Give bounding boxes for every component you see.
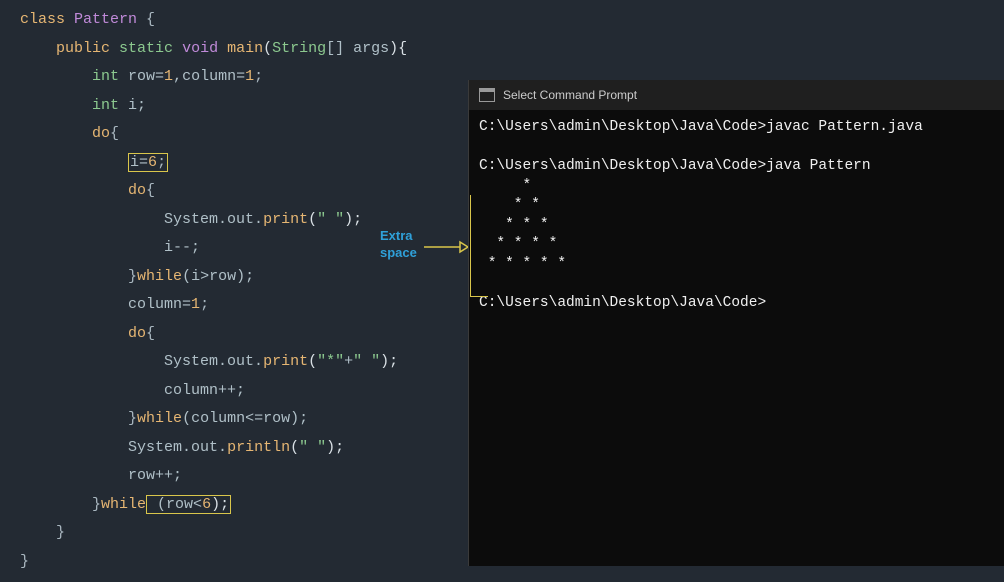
highlight-i6: i=6; xyxy=(128,153,168,172)
brace: { xyxy=(146,182,155,199)
brace: } xyxy=(92,496,101,513)
output-line: * xyxy=(479,178,531,194)
method-print: print xyxy=(263,353,308,370)
paren: ( xyxy=(308,353,317,370)
num: 1 xyxy=(164,68,173,85)
keyword-int: int xyxy=(92,97,119,114)
keyword-void: void xyxy=(182,40,218,57)
prompt-path: C:\Users\admin\Desktop\Java\Code> xyxy=(479,295,766,311)
command-java: java Pattern xyxy=(766,158,870,174)
brace: { xyxy=(110,125,119,142)
terminal-window: Select Command Prompt C:\Users\admin\Des… xyxy=(468,80,1004,566)
terminal-icon xyxy=(479,88,495,102)
brace: } xyxy=(20,553,29,570)
keyword-class: class xyxy=(20,11,65,28)
var-i: i; xyxy=(119,97,146,114)
system-out: System.out. xyxy=(164,353,263,370)
method-main: main xyxy=(227,40,263,57)
paren: ); xyxy=(344,211,362,228)
paren: ( xyxy=(308,211,317,228)
keyword-do: do xyxy=(128,325,146,342)
var-column: ,column= xyxy=(173,68,245,85)
string: "*" xyxy=(317,353,344,370)
highlight-row6: (row<6); xyxy=(146,495,231,514)
brace: } xyxy=(128,268,137,285)
type-string: String xyxy=(272,40,326,57)
plus: + xyxy=(344,353,353,370)
keyword-static: static xyxy=(119,40,173,57)
keyword-while: while xyxy=(137,268,182,285)
output-line: * * xyxy=(479,197,540,213)
assign: i= xyxy=(130,154,148,171)
method-print: print xyxy=(263,211,308,228)
keyword-public: public xyxy=(56,40,110,57)
annotation-extra-space: Extra space xyxy=(380,228,417,262)
decrement: i--; xyxy=(164,239,200,256)
num: 1 xyxy=(245,68,254,85)
brace: } xyxy=(56,524,65,541)
terminal-title-bar[interactable]: Select Command Prompt xyxy=(469,80,1004,110)
paren: ( xyxy=(290,439,299,456)
command-javac: javac Pattern.java xyxy=(766,119,923,135)
terminal-body[interactable]: C:\Users\admin\Desktop\Java\Code>javac P… xyxy=(469,110,1004,322)
prompt-path: C:\Users\admin\Desktop\Java\Code> xyxy=(479,119,766,135)
output-line: * * * xyxy=(479,217,549,233)
keyword-while: while xyxy=(101,496,146,513)
assign-column: column= xyxy=(128,296,191,313)
string: " " xyxy=(299,439,326,456)
class-name: Pattern xyxy=(74,11,137,28)
brace: { xyxy=(146,325,155,342)
num: 1 xyxy=(191,296,200,313)
paren: ); xyxy=(380,353,398,370)
terminal-title: Select Command Prompt xyxy=(503,89,637,101)
increment: column++; xyxy=(164,382,245,399)
string: " " xyxy=(317,211,344,228)
annotation-text-2: space xyxy=(380,245,417,262)
num: 6 xyxy=(202,496,211,513)
increment-row: row++; xyxy=(128,467,182,484)
var-row: row= xyxy=(119,68,164,85)
keyword-do: do xyxy=(128,182,146,199)
semi: ; xyxy=(157,154,166,171)
string: " " xyxy=(353,353,380,370)
arrow-icon xyxy=(424,240,468,254)
paren: ); xyxy=(326,439,344,456)
output-line: * * * * * xyxy=(479,256,566,272)
system-out: System.out. xyxy=(164,211,263,228)
keyword-do: do xyxy=(92,125,110,142)
args: [] args xyxy=(326,40,389,57)
annotation-text-1: Extra xyxy=(380,228,417,245)
semi: ; xyxy=(200,296,209,313)
condition: (column<=row); xyxy=(182,410,308,427)
brace: } xyxy=(128,410,137,427)
keyword-int: int xyxy=(92,68,119,85)
num: 6 xyxy=(148,154,157,171)
keyword-while: while xyxy=(137,410,182,427)
method-println: println xyxy=(227,439,290,456)
output-line: * * * * xyxy=(479,236,557,252)
condition: (row< xyxy=(148,496,202,513)
semi: ; xyxy=(254,68,263,85)
system-out: System.out. xyxy=(128,439,227,456)
condition: (i>row); xyxy=(182,268,254,285)
prompt-path: C:\Users\admin\Desktop\Java\Code> xyxy=(479,158,766,174)
paren: ); xyxy=(211,496,229,513)
brace: { xyxy=(137,11,155,28)
